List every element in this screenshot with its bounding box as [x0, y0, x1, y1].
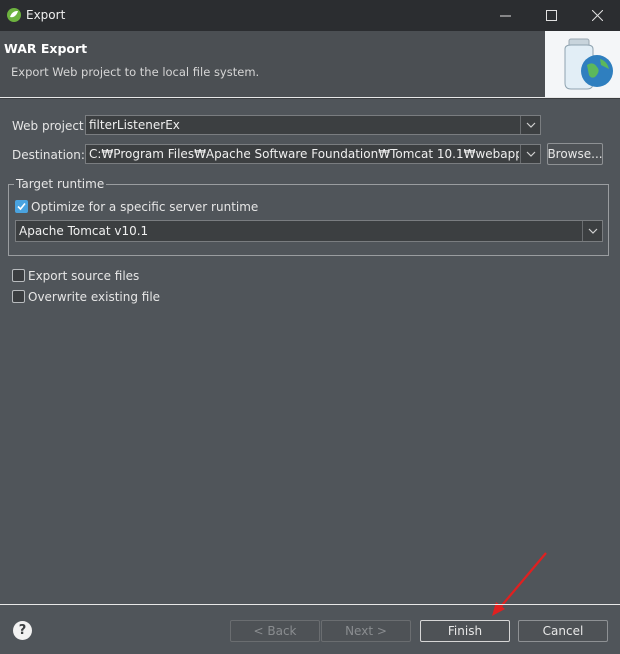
finish-button[interactable]: Finish	[420, 620, 510, 642]
cancel-button[interactable]: Cancel	[518, 620, 608, 642]
footer-separator	[0, 604, 620, 605]
cancel-button-label: Cancel	[542, 624, 584, 638]
next-button-label: Next >	[345, 624, 387, 638]
back-button-label: < Back	[253, 624, 297, 638]
red-arrow-annotation	[492, 552, 547, 616]
finish-button-label: Finish	[447, 624, 483, 638]
next-button[interactable]: Next >	[321, 620, 411, 642]
back-button[interactable]: < Back	[230, 620, 320, 642]
help-icon[interactable]: ?	[13, 621, 32, 640]
